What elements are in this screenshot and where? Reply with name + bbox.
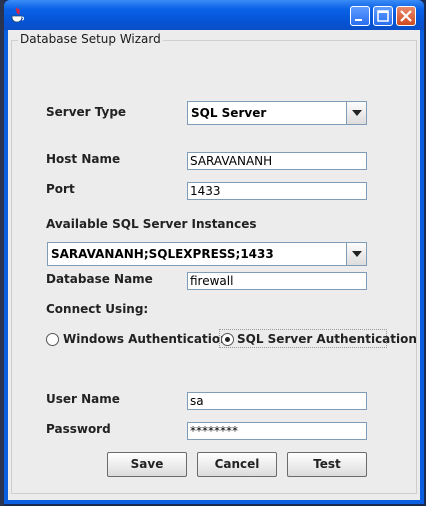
user-name-label: User Name <box>46 392 120 406</box>
windows-auth-radio[interactable] <box>46 333 59 346</box>
group-legend: Database Setup Wizard <box>18 32 163 46</box>
sql-auth-radio[interactable] <box>221 333 234 346</box>
database-name-input[interactable]: firewall <box>187 272 367 290</box>
dialog-content: Database Setup Wizard Server Type SQL Se… <box>8 30 420 500</box>
instances-select[interactable]: SARAVANANH;SQLEXPRESS;1433 <box>47 242 367 266</box>
server-type-label: Server Type <box>46 105 127 119</box>
title-bar[interactable] <box>4 0 424 30</box>
host-name-label: Host Name <box>46 152 121 166</box>
maximize-icon <box>377 10 389 22</box>
server-type-dropdown-button[interactable] <box>346 102 366 124</box>
instances-label: Available SQL Server Instances <box>46 217 257 231</box>
cancel-button[interactable]: Cancel <box>197 452 277 477</box>
close-button[interactable] <box>396 6 416 26</box>
instances-value: SARAVANANH;SQLEXPRESS;1433 <box>51 247 274 261</box>
database-name-label: Database Name <box>46 272 153 286</box>
host-name-input[interactable]: SARAVANANH <box>187 152 367 170</box>
chevron-down-icon <box>352 110 362 116</box>
server-type-select[interactable]: SQL Server <box>187 101 367 125</box>
radio-selected-dot <box>225 337 230 342</box>
close-icon <box>400 10 412 22</box>
maximize-button[interactable] <box>373 6 393 26</box>
chevron-down-icon <box>352 251 362 257</box>
java-app-icon <box>11 7 24 23</box>
windows-auth-label[interactable]: Windows Authentication <box>63 332 229 346</box>
password-input[interactable]: ******** <box>187 422 367 440</box>
save-button[interactable]: Save <box>107 452 187 477</box>
wizard-window: Database Setup Wizard Server Type SQL Se… <box>4 0 424 504</box>
instances-dropdown-button[interactable] <box>346 243 366 265</box>
port-input[interactable]: 1433 <box>187 182 367 200</box>
test-button[interactable]: Test <box>287 452 367 477</box>
password-label: Password <box>46 422 111 436</box>
connect-using-label: Connect Using: <box>46 302 149 316</box>
server-type-value: SQL Server <box>191 106 267 120</box>
user-name-input[interactable]: sa <box>187 392 367 410</box>
minimize-button[interactable] <box>350 6 370 26</box>
sql-auth-label[interactable]: SQL Server Authentication <box>237 332 417 346</box>
port-label: Port <box>46 182 75 196</box>
minimize-icon <box>355 19 362 21</box>
